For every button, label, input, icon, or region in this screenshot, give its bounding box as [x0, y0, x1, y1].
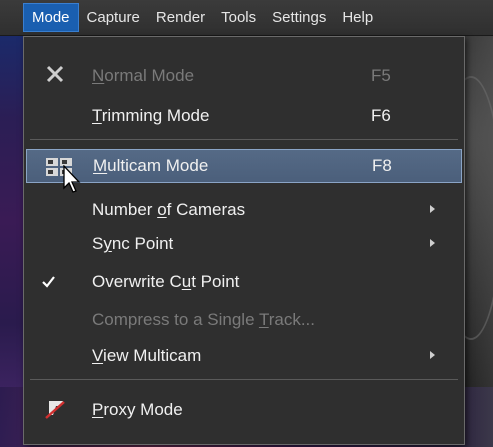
- menu-item-label: Number of Cameras: [92, 200, 246, 219]
- menu-render[interactable]: Render: [148, 3, 213, 32]
- menu-item-label: Multicam Mode: [93, 156, 209, 175]
- menu-item-label: Compress to a Single Track...: [92, 310, 315, 329]
- close-x-icon: [38, 59, 78, 93]
- menu-item-label: View Multicam: [92, 346, 202, 365]
- menu-item-label: Normal Mode: [92, 66, 195, 85]
- menu-separator: [30, 139, 458, 140]
- mouse-pointer-icon: [63, 165, 81, 193]
- shortcut-label: F5: [371, 66, 391, 85]
- menu-mode[interactable]: Mode: [23, 3, 79, 32]
- submenu-arrow-icon: [430, 239, 435, 247]
- menu-item-multicam-mode[interactable]: Multicam Mode F8: [26, 149, 462, 183]
- menu-bar: Mode Capture Render Tools Settings Help: [0, 0, 493, 36]
- menu-item-label: Trimming Mode: [92, 106, 210, 125]
- menu-settings[interactable]: Settings: [264, 3, 334, 32]
- menu-tools[interactable]: Tools: [213, 3, 264, 32]
- menu-separator: [30, 379, 458, 380]
- menu-item-number-of-cameras[interactable]: Number of Cameras: [26, 193, 462, 227]
- submenu-arrow-icon: [430, 351, 435, 359]
- submenu-arrow-icon: [430, 205, 435, 213]
- shortcut-label: F8: [372, 156, 392, 175]
- mode-dropdown-menu: Normal Mode F5 Trimming Mode F6 Multicam…: [23, 36, 465, 445]
- menu-capture[interactable]: Capture: [79, 3, 148, 32]
- checkmark-icon: [38, 265, 78, 299]
- menu-item-normal-mode[interactable]: Normal Mode F5: [26, 59, 462, 93]
- menu-help[interactable]: Help: [334, 3, 381, 32]
- menu-item-label: Proxy Mode: [92, 400, 183, 419]
- menu-item-overwrite-cut-point[interactable]: Overwrite Cut Point: [26, 265, 462, 299]
- menu-item-sync-point[interactable]: Sync Point: [26, 227, 462, 261]
- menu-item-label: Overwrite Cut Point: [92, 272, 240, 291]
- shortcut-label: F6: [371, 106, 391, 125]
- menu-item-proxy-mode[interactable]: Proxy Mode: [26, 393, 462, 427]
- menu-item-view-multicam[interactable]: View Multicam: [26, 339, 462, 373]
- proxy-icon: [38, 393, 78, 427]
- menu-item-label: Sync Point: [92, 234, 174, 253]
- menu-item-trimming-mode[interactable]: Trimming Mode F6: [26, 99, 462, 133]
- menu-item-compress-single-track[interactable]: Compress to a Single Track...: [26, 303, 462, 337]
